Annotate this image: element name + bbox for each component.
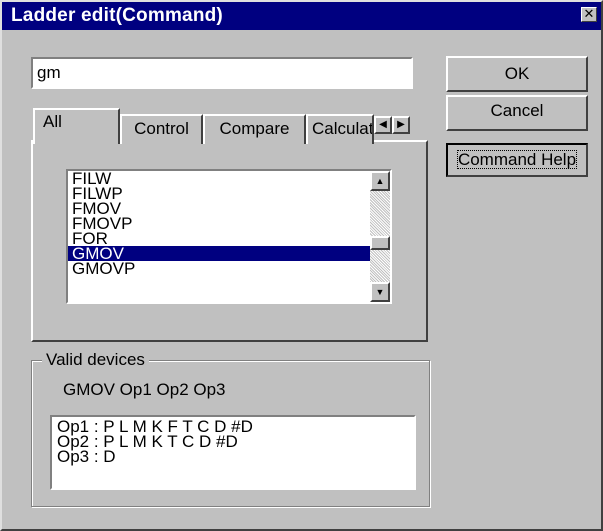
tab-all[interactable]: All <box>33 108 120 144</box>
valid-devices-summary: GMOV Op1 Op2 Op3 <box>63 380 226 399</box>
operands-box: Op1 : P L M K F T C D #D Op2 : P L M K T… <box>50 415 416 490</box>
title-bar[interactable]: Ladder edit(Command) ✕ <box>2 2 601 30</box>
command-listbox[interactable]: FILW FILWP FMOV FMOVP FOR GMOV GMOVP ▲ ▼ <box>66 169 392 304</box>
valid-devices-label: Valid devices <box>42 350 149 370</box>
tab-compare[interactable]: Compare <box>203 114 306 144</box>
arrow-left-icon[interactable]: ◀ <box>374 116 392 134</box>
arrow-right-icon[interactable]: ▶ <box>392 116 410 134</box>
list-item[interactable]: GMOVP <box>68 260 390 277</box>
arrow-down-icon[interactable]: ▼ <box>370 282 390 302</box>
command-input[interactable]: gm <box>31 57 413 89</box>
window-title: Ladder edit(Command) <box>11 5 223 26</box>
tab-control[interactable]: Control <box>120 114 203 144</box>
ladder-edit-dialog: Ladder edit(Command) ✕ gm OK Cancel Comm… <box>0 0 603 531</box>
ok-button[interactable]: OK <box>446 56 588 92</box>
scroll-thumb[interactable] <box>370 236 390 250</box>
operand-line: Op3 : D <box>57 447 116 466</box>
tab-calculation[interactable]: Calculati <box>306 114 374 144</box>
list-item[interactable]: FMOVP <box>68 215 390 232</box>
close-icon[interactable]: ✕ <box>581 7 597 22</box>
command-help-label: Command Help <box>456 150 578 169</box>
cancel-button[interactable]: Cancel <box>446 95 588 131</box>
command-help-button[interactable]: Command Help <box>446 143 588 177</box>
arrow-up-icon[interactable]: ▲ <box>370 171 390 191</box>
list-scrollbar[interactable]: ▲ ▼ <box>370 171 390 302</box>
